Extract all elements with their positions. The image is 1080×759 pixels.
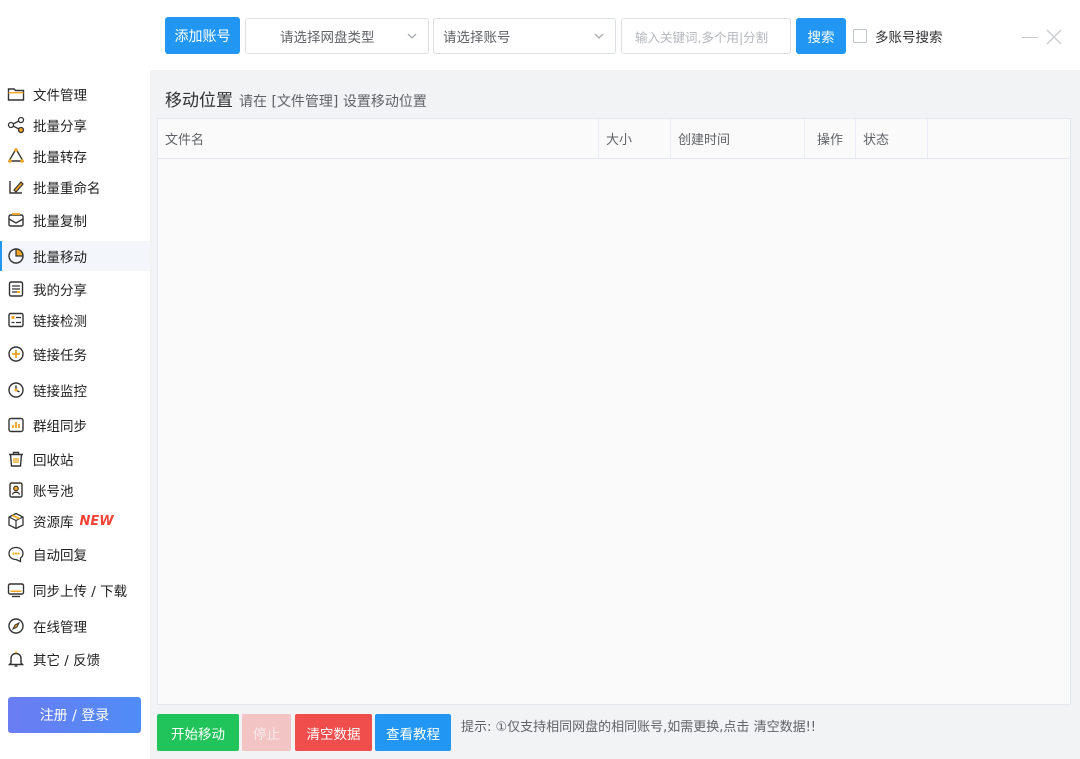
clock-icon (8, 382, 24, 398)
bar-chart-icon (8, 417, 24, 433)
table-header: 文件名 大小 创建时间 操作 状态 (158, 119, 1070, 159)
sidebar-item-link-check[interactable]: 链接检测 (0, 305, 150, 335)
sidebar-item-label: 其它 / 反馈 (33, 653, 101, 669)
new-badge: NEW (79, 513, 114, 529)
column-header-action: 操作 (805, 119, 856, 158)
sidebar-item-label: 回收站 (33, 453, 74, 469)
column-header-status[interactable]: 状态 (856, 119, 928, 158)
contact-icon (9, 482, 23, 498)
sidebar-item-label: 账号池 (33, 484, 74, 500)
sidebar-item-label: 链接检测 (33, 314, 87, 330)
move-icon (8, 248, 24, 264)
plus-circle-icon (8, 346, 24, 362)
sidebar-item-sync-transfer[interactable]: 同步上传 / 下载 (0, 575, 150, 605)
view-tutorial-button[interactable]: 查看教程 (375, 714, 451, 751)
search-button[interactable]: 搜索 (796, 18, 846, 54)
multi-account-label[interactable]: 多账号搜索 (875, 26, 943, 46)
sidebar-item-label: 批量重命名 (33, 181, 101, 197)
share-icon (7, 116, 25, 134)
sidebar-item-batch-share[interactable]: 批量分享 (0, 110, 150, 140)
column-header-created[interactable]: 创建时间 (671, 119, 805, 158)
sidebar-item-label: 批量复制 (33, 214, 87, 230)
sidebar-item-label: 在线管理 (33, 620, 87, 636)
sidebar-item-link-task[interactable]: 链接任务 (0, 339, 150, 369)
chevron-down-icon (407, 33, 417, 39)
multi-account-checkbox[interactable] (853, 29, 867, 43)
file-table: 文件名 大小 创建时间 操作 状态 (157, 118, 1071, 705)
sidebar-item-label: 批量移动 (33, 250, 87, 266)
start-move-button[interactable]: 开始移动 (157, 714, 239, 751)
minimize-icon[interactable] (1022, 37, 1038, 38)
document-icon (8, 281, 24, 297)
sidebar-item-batch-save[interactable]: 批量转存 (0, 141, 150, 171)
account-select[interactable]: 请选择账号 (433, 18, 616, 54)
copy-icon (8, 213, 24, 227)
page-title-text: 移动位置 (165, 91, 233, 111)
sidebar-item-label: 资源库 (33, 515, 74, 531)
sidebar-item-group-sync[interactable]: 群组同步 (0, 410, 150, 440)
column-header-size[interactable]: 大小 (599, 119, 671, 158)
sidebar-item-label: 链接监控 (33, 384, 87, 400)
recycle-icon (7, 147, 25, 163)
page-title: 移动位置 请在 [文件管理] 设置移动位置 (165, 86, 427, 111)
trash-icon (9, 451, 23, 467)
close-icon[interactable] (1046, 29, 1062, 45)
sidebar-item-batch-copy[interactable]: 批量复制 (0, 205, 150, 235)
sidebar-item-online-manage[interactable]: 在线管理 (0, 611, 150, 641)
chat-icon (8, 546, 24, 563)
chevron-down-icon (594, 33, 604, 39)
keyword-input[interactable]: 输入关键词,多个用|分割 (621, 18, 791, 54)
top-toolbar: 添加账号 请选择网盘类型 请选择账号 输入关键词,多个用|分割 搜索 多账号搜索 (0, 0, 1080, 70)
sidebar-item-label: 我的分享 (33, 283, 87, 299)
sidebar: 文件管理 批量分享 批量转存 批量重命名 批量复制 批量移动 我的分享 链接检测… (0, 70, 150, 759)
sidebar-item-label: 自动回复 (33, 548, 87, 564)
disk-type-select[interactable]: 请选择网盘类型 (245, 18, 429, 54)
sidebar-item-file-manage[interactable]: 文件管理 (0, 79, 150, 109)
sidebar-item-label: 链接任务 (33, 348, 87, 364)
keyword-placeholder: 输入关键词,多个用|分割 (635, 29, 769, 45)
sidebar-item-label: 群组同步 (33, 419, 87, 435)
sidebar-item-feedback[interactable]: 其它 / 反馈 (0, 644, 150, 674)
sidebar-item-auto-reply[interactable]: 自动回复 (0, 539, 150, 569)
register-login-button[interactable]: 注册 / 登录 (8, 697, 141, 733)
sidebar-item-recycle-bin[interactable]: 回收站 (0, 444, 150, 474)
page-subtitle: 请在 [文件管理] 设置移动位置 (239, 94, 427, 110)
tip-text: 提示: ①仅支持相同网盘的相同账号,如需更换,点击 清空数据!! (461, 720, 816, 735)
add-account-button[interactable]: 添加账号 (165, 17, 240, 54)
box-icon (8, 512, 24, 530)
disk-type-placeholder: 请选择网盘类型 (280, 30, 375, 46)
folder-icon (7, 88, 25, 101)
clear-data-button[interactable]: 清空数据 (295, 714, 372, 751)
monitor-icon (7, 583, 25, 598)
sidebar-item-label: 批量分享 (33, 119, 87, 135)
sidebar-item-batch-rename[interactable]: 批量重命名 (0, 172, 150, 202)
sidebar-item-label: 批量转存 (33, 150, 87, 166)
sidebar-item-resource-lib[interactable]: 资源库 NEW (0, 506, 150, 536)
sidebar-item-label: 同步上传 / 下载 (33, 584, 128, 600)
compass-icon (8, 618, 24, 634)
stop-button[interactable]: 停止 (242, 714, 291, 751)
account-placeholder: 请选择账号 (443, 30, 511, 46)
sidebar-item-label: 文件管理 (33, 88, 87, 104)
sidebar-item-my-share[interactable]: 我的分享 (0, 274, 150, 304)
sidebar-item-account-pool[interactable]: 账号池 (0, 475, 150, 505)
checklist-icon (8, 312, 24, 328)
sidebar-item-link-monitor[interactable]: 链接监控 (0, 375, 150, 405)
bell-icon (7, 651, 25, 667)
rename-icon (9, 181, 24, 194)
sidebar-item-batch-move[interactable]: 批量移动 (0, 241, 150, 271)
column-header-filename[interactable]: 文件名 (158, 119, 599, 158)
